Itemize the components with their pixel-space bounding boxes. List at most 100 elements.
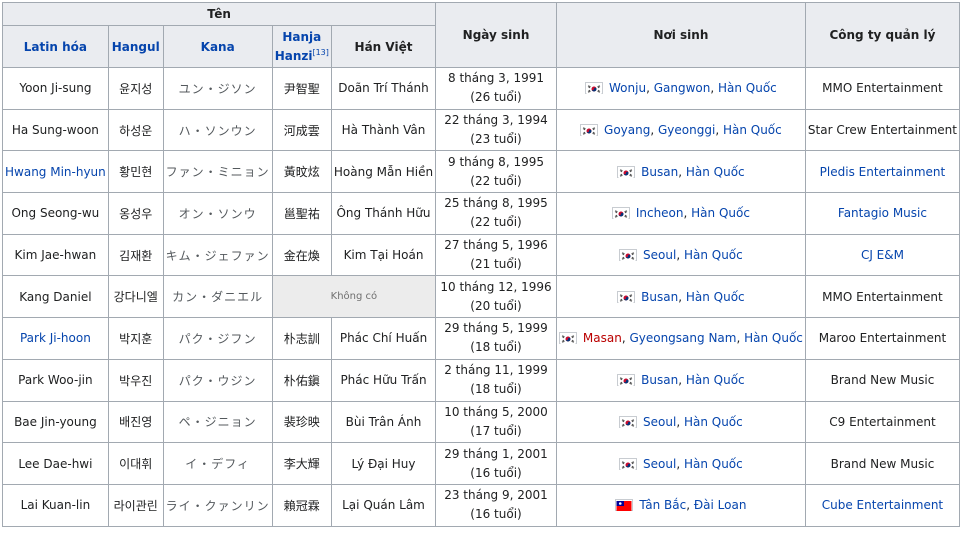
place-link[interactable]: Hàn Quốc	[723, 123, 782, 137]
south-korea-flag-icon	[580, 124, 599, 137]
place-separator: ,	[736, 331, 745, 346]
place-link[interactable]: Hàn Quốc	[686, 290, 745, 304]
table-row: Kim Jae-hwan 김재환 キム・ジェファン 金在煥 Kim Tại Hoán 27…	[2, 233, 960, 277]
place-separator: ,	[678, 289, 686, 304]
age: (16 tuổi)	[470, 465, 522, 480]
place-link[interactable]: Hàn Quốc	[686, 373, 745, 387]
south-korea-flag-icon	[611, 207, 630, 220]
header-cong-ty[interactable]: Công ty quản lý	[804, 2, 960, 68]
age: (22 tuổi)	[470, 173, 522, 188]
cell-noi-sinh: Masan, Gyeongsang Nam, Hàn Quốc	[555, 317, 806, 360]
cell-hangul: 김재환	[107, 233, 164, 277]
members-table: Tên Ngày sinh Nơi sinh Công ty quản lý L…	[1, 2, 960, 527]
place-link[interactable]: Seoul	[643, 415, 676, 429]
place-link[interactable]: Busan	[641, 290, 678, 304]
age: (22 tuổi)	[470, 215, 522, 230]
header-hanja-link[interactable]: Hanja	[282, 30, 321, 44]
cell-han-viet: Bùi Trân Ánh	[330, 400, 437, 444]
cell-han-viet: Hà Thành Vân	[330, 108, 437, 152]
cell-cong-ty[interactable]: Pledis Entertainment	[804, 150, 960, 194]
place-link[interactable]: Hàn Quốc	[744, 331, 803, 345]
place-link[interactable]: Hàn Quốc	[718, 81, 777, 95]
place-link[interactable]: Gyeongsang Nam	[629, 331, 736, 345]
header-han-viet: Hán Việt	[330, 25, 437, 68]
table-row: Lee Dae-hwi 이대휘 イ・デフィ 李大輝 Lý Đại Huy 29 tháng…	[2, 442, 960, 485]
cell-hanja: 邕聖祐	[271, 192, 332, 235]
place-link[interactable]: Busan	[641, 165, 678, 179]
cell-kana: ペ・ジニョン	[162, 400, 273, 444]
place-separator: ,	[715, 123, 723, 138]
place-link[interactable]: Incheon	[636, 206, 684, 220]
table-body: Yoon Ji-sung 윤지성 ユン・ジソン 尹智聖 Doãn Trí Thánh 8 …	[2, 67, 960, 527]
header-hanja-reference[interactable]: [13]	[312, 48, 328, 57]
south-korea-flag-icon	[558, 332, 577, 345]
birth-date: 2 tháng 11, 1999	[444, 363, 548, 378]
place-link[interactable]: Hàn Quốc	[684, 457, 743, 471]
age: (26 tuổi)	[470, 90, 522, 105]
place-link[interactable]: Hàn Quốc	[691, 206, 750, 220]
cell-cong-ty[interactable]: Cube Entertainment	[804, 483, 960, 527]
header-ngay-sinh[interactable]: Ngày sinh	[435, 2, 557, 68]
header-hanja[interactable]: Hanja Hanzi[13]	[271, 25, 332, 68]
place-link[interactable]: Đài Loan	[694, 498, 747, 512]
table-row: Yoon Ji-sung 윤지성 ユン・ジソン 尹智聖 Doãn Trí Thánh 8 …	[2, 67, 960, 110]
cell-noi-sinh: Seoul, Hàn Quốc	[555, 233, 806, 277]
place-link[interactable]: Goyang	[604, 123, 650, 137]
cell-cong-ty[interactable]: CJ E&M	[804, 233, 960, 277]
table-row: Lai Kuan-lin 라이관린 ライ・クァンリン 賴冠霖 Lại Quán Lâm 2…	[2, 483, 960, 527]
birth-date: 27 tháng 5, 1996	[444, 238, 548, 253]
cell-latin[interactable]: Hwang Min-hyun	[2, 150, 109, 194]
header-noi-sinh[interactable]: Nơi sinh	[555, 2, 806, 68]
cell-hangul: 황민현	[107, 150, 164, 194]
place-separator: ,	[646, 81, 654, 96]
cell-cong-ty: Brand New Music	[804, 442, 960, 485]
place-link[interactable]: Seoul	[643, 248, 676, 262]
age: (18 tuổi)	[470, 340, 522, 355]
cell-hanja: 賴冠霖	[271, 483, 332, 527]
place-link[interactable]: Tân Bắc	[639, 498, 686, 512]
cell-hangul: 윤지성	[107, 67, 164, 110]
place-link[interactable]: Gangwon	[654, 81, 711, 95]
cell-han-viet: Hoàng Mẫn Hiền	[330, 150, 437, 194]
table-row: Ha Sung-woon 하성운 ハ・ソンウン 河成雲 Hà Thành Vân 22 t…	[2, 108, 960, 152]
age: (18 tuổi)	[470, 382, 522, 397]
cell-noi-sinh: Seoul, Hàn Quốc	[555, 442, 806, 485]
place-link[interactable]: Wonju	[609, 81, 646, 95]
cell-kana: ユン・ジソン	[162, 67, 273, 110]
cell-ngay-sinh: 10 tháng 12, 1996 (20 tuổi)	[435, 275, 557, 319]
place-link[interactable]: Busan	[641, 373, 678, 387]
cell-noi-sinh: Goyang, Gyeonggi, Hàn Quốc	[555, 108, 806, 152]
cell-kana: イ・デフィ	[162, 442, 273, 485]
place-separator: ,	[683, 206, 692, 221]
cell-latin[interactable]: Park Ji-hoon	[2, 317, 109, 360]
place-separator: ,	[686, 498, 694, 513]
birth-date: 9 tháng 8, 1995	[448, 154, 544, 169]
cell-latin: Ong Seong-wu	[2, 192, 109, 235]
place-separator: ,	[676, 456, 684, 471]
cell-hanja: 李大輝	[271, 442, 332, 485]
cell-hangul: 박지훈	[107, 317, 164, 360]
cell-hanja: 朴佑鎭	[271, 358, 332, 402]
cell-cong-ty: C9 Entertainment	[804, 400, 960, 444]
cell-noi-sinh: Incheon, Hàn Quốc	[555, 192, 806, 235]
place-link[interactable]: Masan	[583, 331, 622, 345]
place-link[interactable]: Hàn Quốc	[684, 415, 743, 429]
age: (21 tuổi)	[470, 257, 522, 272]
cell-latin: Park Woo-jin	[2, 358, 109, 402]
cell-hangul: 배진영	[107, 400, 164, 444]
header-kana[interactable]: Kana	[162, 25, 273, 68]
page: Tên Ngày sinh Nơi sinh Công ty quản lý L…	[0, 0, 960, 533]
cell-ngay-sinh: 9 tháng 8, 1995 (22 tuổi)	[435, 150, 557, 194]
birth-date: 25 tháng 8, 1995	[444, 196, 548, 211]
place-link[interactable]: Hàn Quốc	[684, 248, 743, 262]
header-hanzi-link[interactable]: Hanzi	[275, 49, 313, 63]
cell-cong-ty[interactable]: Fantagio Music	[804, 192, 960, 235]
place-link[interactable]: Gyeonggi	[658, 123, 715, 137]
cell-hangul: 이대휘	[107, 442, 164, 485]
header-hangul[interactable]: Hangul	[107, 25, 164, 68]
cell-kana: パク・ジフン	[162, 317, 273, 360]
place-link[interactable]: Hàn Quốc	[686, 165, 745, 179]
place-link[interactable]: Seoul	[643, 457, 676, 471]
header-latin[interactable]: Latin hóa	[2, 25, 109, 68]
header-ten: Tên	[1, 2, 437, 26]
